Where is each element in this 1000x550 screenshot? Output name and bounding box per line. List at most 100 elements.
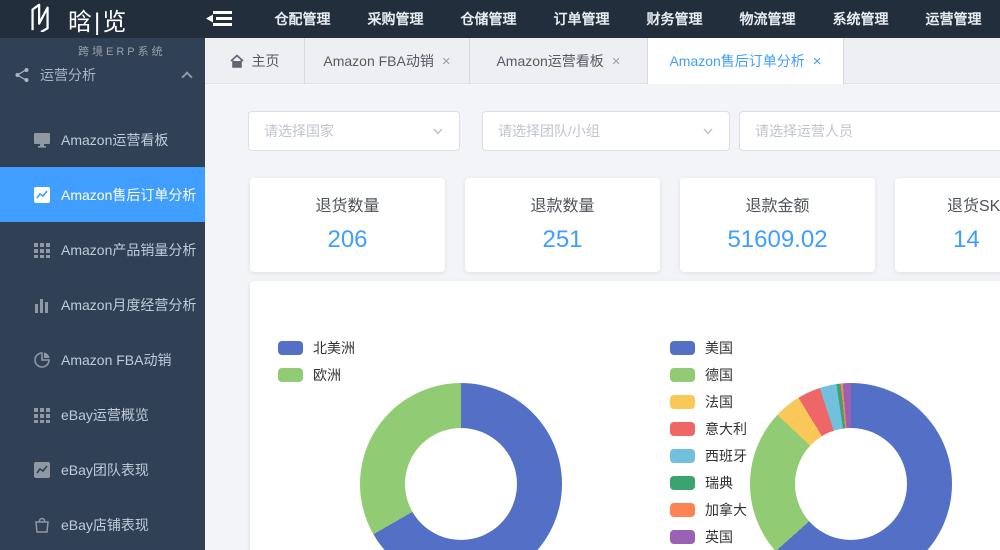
nav-item-orders[interactable]: 订单管理 [535,0,628,38]
legend-swatch[interactable] [670,367,695,382]
stat-card-refund-amount: 退款金额 51609.02 [680,178,875,272]
select-placeholder: 请选择国家 [264,123,334,139]
stat-label: 退货数量 [315,198,380,215]
legend-swatch[interactable] [670,340,695,355]
sidebar-item-label: eBay店铺表现 [61,516,149,533]
sidebar-item-label: Amazon售后订单分析 [61,186,197,203]
select-placeholder: 请选择团队/小组 [498,123,600,139]
legend-item[interactable]: 英国 [670,523,747,550]
sidebar-item-label: Amazon运营看板 [61,131,169,148]
nav-item-purchasing[interactable]: 采购管理 [349,0,442,38]
tab-bar: 主页 Amazon FBA动销 × Amazon运营看板 × Amazon售后订… [205,38,1000,84]
sidebar-item-label: Amazon FBA动销 [61,351,172,368]
tab-label: 主页 [251,53,280,69]
sidebar-item-ebay-overview[interactable]: eBay运营概览 [0,387,205,442]
sidebar-item-amazon-product-sales[interactable]: Amazon产品销量分析 [0,222,205,277]
legend-swatch[interactable] [278,367,303,382]
grid-icon [33,406,51,424]
caret-up-icon [181,71,193,83]
sidebar-item-amazon-aftersale-analysis[interactable]: Amazon售后订单分析 [0,167,205,222]
close-icon[interactable]: × [442,53,451,70]
sidebar-item-label: Amazon月度经营分析 [61,296,197,313]
sidebar-item-amazon-fba-turnover[interactable]: Amazon FBA动销 [0,332,205,387]
sidebar-section-operations-analysis[interactable]: 运营分析 [0,60,205,90]
tab-label: Amazon运营看板 [496,53,604,69]
legend-item[interactable]: 瑞典 [670,469,747,496]
legend-swatch[interactable] [670,529,695,544]
line-chart-icon [33,461,51,479]
nav-item-system[interactable]: 系统管理 [814,0,907,38]
shopping-bag-icon [33,516,51,534]
stat-label: 退款金额 [745,198,810,215]
legend-item[interactable]: 意大利 [670,415,747,442]
legend-swatch[interactable] [670,475,695,490]
logo-icon [24,2,58,37]
close-icon[interactable]: × [612,53,621,70]
legend-item[interactable]: 欧洲 [278,361,355,388]
home-icon [229,54,244,68]
legend-item[interactable]: 加拿大 [670,496,747,523]
tab-home[interactable]: 主页 [205,38,305,84]
tab-label: Amazon售后订单分析 [669,53,805,69]
pie-chart-icon [33,351,51,369]
legend-label: 北美洲 [313,339,355,356]
legend-swatch[interactable] [278,340,303,355]
nav-item-operations[interactable]: 运营管理 [907,0,1000,38]
legend-label: 加拿大 [705,501,747,518]
chevron-down-icon [702,125,714,137]
sidebar-menu: Amazon运营看板 Amazon售后订单分析 Amazon产品销量分析 Ama… [0,112,205,550]
legend-swatch[interactable] [670,502,695,517]
legend-label: 法国 [705,393,733,410]
continent-donut-chart[interactable] [360,383,562,550]
close-icon[interactable]: × [813,53,822,70]
main-content: 请选择国家 请选择团队/小组 请选择运营人员 退货数量 206 退款数量 251… [205,84,1000,550]
sidebar-item-label: Amazon产品销量分析 [61,241,197,258]
legend-item[interactable]: 法国 [670,388,747,415]
nav-item-warehouse-dist[interactable]: 仓配管理 [256,0,349,38]
chevron-down-icon [432,125,444,137]
sidebar: 跨境ERP系统 运营分析 Amazon运营看板 Amazon售后订单分析 Ama… [0,38,205,550]
sidebar-collapse-icon[interactable] [204,0,234,38]
legend-swatch[interactable] [670,448,695,463]
nav-item-finance[interactable]: 财务管理 [628,0,721,38]
line-chart-icon [33,186,51,204]
sidebar-section-label: 运营分析 [40,67,96,83]
sidebar-item-amazon-dashboard[interactable]: Amazon运营看板 [0,112,205,167]
monitor-icon [33,131,51,149]
nav-item-warehousing[interactable]: 仓储管理 [442,0,535,38]
stat-label: 退款数量 [530,198,595,215]
legend-item[interactable]: 北美洲 [278,334,355,361]
country-donut-chart[interactable] [750,383,952,550]
legend-label: 意大利 [705,420,747,437]
share-icon [14,67,30,83]
legend-item[interactable]: 德国 [670,361,747,388]
sidebar-item-ebay-store-performance[interactable]: eBay店铺表现 [0,497,205,550]
tab-amazon-dashboard[interactable]: Amazon运营看板 × [470,38,648,84]
sidebar-item-label: eBay运营概览 [61,406,149,423]
bar-chart-icon [33,296,51,314]
legend-swatch[interactable] [670,421,695,436]
tab-amazon-aftersale-analysis[interactable]: Amazon售后订单分析 × [648,38,844,84]
country-select[interactable]: 请选择国家 [248,111,460,151]
tab-amazon-fba[interactable]: Amazon FBA动销 × [305,38,470,84]
topbar: 晗|览 仓配管理 采购管理 仓储管理 订单管理 财务管理 物流管理 系统管理 运… [0,0,1000,38]
sidebar-item-amazon-monthly-analysis[interactable]: Amazon月度经营分析 [0,277,205,332]
legend-label: 欧洲 [313,366,341,383]
select-placeholder: 请选择运营人员 [755,123,853,139]
legend-label: 瑞典 [705,474,733,491]
legend-item[interactable]: 美国 [670,334,747,361]
top-navigation: 仓配管理 采购管理 仓储管理 订单管理 财务管理 物流管理 系统管理 运营管理 [256,0,1000,38]
stat-card-return-qty: 退货数量 206 [250,178,445,272]
stat-value: 14 [953,226,980,253]
grid-icon [33,241,51,259]
stat-value: 251 [542,226,583,253]
nav-item-logistics[interactable]: 物流管理 [721,0,814,38]
legend-label: 英国 [705,528,733,545]
sidebar-item-ebay-team-performance[interactable]: eBay团队表现 [0,442,205,497]
legend-label: 西班牙 [705,447,747,464]
tab-label: Amazon FBA动销 [323,53,434,69]
team-select[interactable]: 请选择团队/小组 [482,111,730,151]
operator-select[interactable]: 请选择运营人员 [739,111,1000,151]
legend-swatch[interactable] [670,394,695,409]
legend-item[interactable]: 西班牙 [670,442,747,469]
